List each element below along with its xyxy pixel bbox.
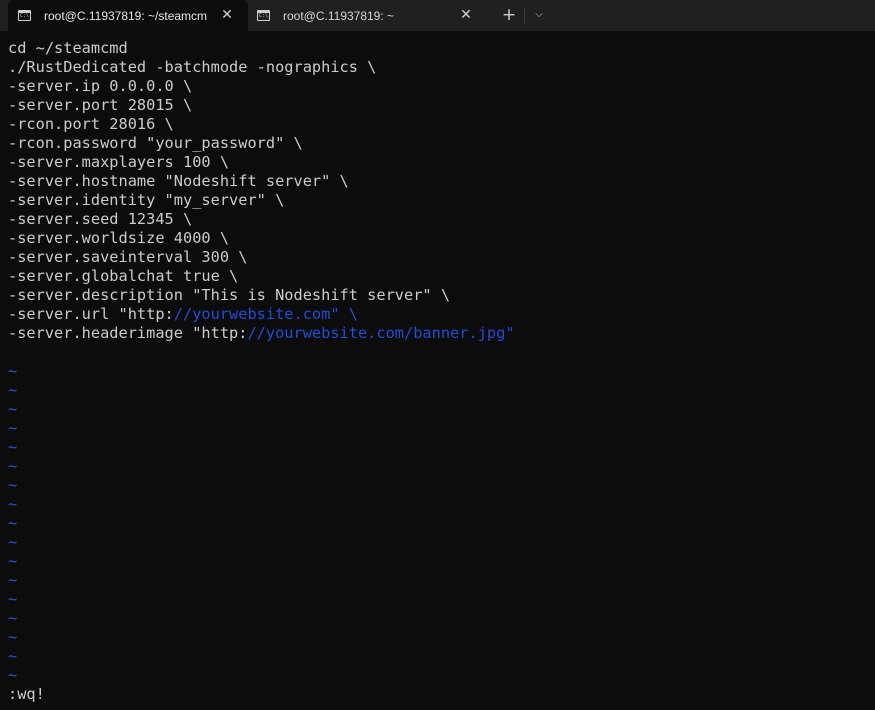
line-text: -server.identity "my_server" \	[8, 191, 285, 209]
editor-buffer: cd ~/steamcmd ./RustDedicated -batchmode …	[8, 39, 515, 343]
tilde-marker: ~	[8, 571, 18, 589]
tilde-marker: ~	[8, 381, 18, 399]
line-text: -server.globalchat true \	[8, 267, 239, 285]
line-text: -server.maxplayers 100 \	[8, 153, 230, 171]
tilde-marker: ~	[8, 400, 18, 418]
terminal-pane[interactable]: cd ~/steamcmd ./RustDedicated -batchmode …	[0, 31, 875, 710]
tilde-marker: ~	[8, 552, 18, 570]
tilde-marker: ~	[8, 590, 18, 608]
tilde-marker: ~	[8, 609, 18, 627]
tilde-marker: ~	[8, 438, 18, 456]
plus-icon[interactable]: +	[495, 4, 523, 26]
tilde-marker: ~	[8, 495, 18, 513]
tab-label: root@C.11937819: ~/steamcm	[44, 8, 208, 23]
url-text: //yourwebsite.com/banner.jpg"	[247, 324, 515, 342]
editor-line: -server.url "http://yourwebsite.com" \	[8, 305, 515, 324]
url-text: //yourwebsite.com" \	[173, 305, 358, 323]
editor-line: -server.saveinterval 300 \	[8, 248, 515, 267]
tilde-marker: ~	[8, 514, 18, 532]
line-text: -server.description "This is Nodeshift s…	[8, 286, 451, 304]
line-text: -server.hostname "Nodeshift server" \	[8, 172, 349, 190]
line-text: cd ~/steamcmd	[8, 39, 128, 57]
tab-label: root@C.11937819: ~	[283, 8, 395, 23]
editor-line: -server.headerimage "http://yourwebsite.…	[8, 324, 515, 343]
chevron-down-icon[interactable]: ⌵	[528, 4, 550, 26]
line-text: -rcon.port 28016 \	[8, 115, 174, 133]
line-text: ./RustDedicated -batchmode -nographics \	[8, 58, 377, 76]
line-text: -server.port 28015 \	[8, 96, 193, 114]
vim-command-line: :wq!	[8, 685, 45, 703]
editor-line: -server.hostname "Nodeshift server" \	[8, 172, 515, 191]
line-text: -server.ip 0.0.0.0 \	[8, 77, 193, 95]
terminal-icon	[257, 10, 270, 21]
line-text: -server.saveinterval 300 \	[8, 248, 248, 266]
tab-separator	[524, 8, 525, 23]
tilde-marker: ~	[8, 362, 18, 380]
line-text: -server.headerimage "http:	[8, 324, 248, 342]
terminal-icon	[18, 10, 31, 21]
editor-line: -rcon.password "your_password" \	[8, 134, 515, 153]
editor-line: ./RustDedicated -batchmode -nographics \	[8, 58, 515, 77]
tilde-marker: ~	[8, 476, 18, 494]
editor-line: -server.port 28015 \	[8, 96, 515, 115]
tab-steamcmd[interactable]: root@C.11937819: ~/steamcm ✕	[8, 0, 248, 31]
close-icon[interactable]: ✕	[458, 7, 474, 23]
tilde-marker: ~	[8, 666, 18, 684]
editor-line: -rcon.port 28016 \	[8, 115, 515, 134]
tilde-marker: ~	[8, 419, 18, 437]
editor-line: -server.description "This is Nodeshift s…	[8, 286, 515, 305]
line-text: -server.seed 12345 \	[8, 210, 193, 228]
editor-line: -server.seed 12345 \	[8, 210, 515, 229]
tilde-marker: ~	[8, 533, 18, 551]
tab-home[interactable]: root@C.11937819: ~ ✕	[248, 0, 485, 31]
title-bar: root@C.11937819: ~/steamcm ✕ root@C.1193…	[0, 0, 875, 31]
empty-line-markers: ~ ~ ~ ~ ~ ~ ~ ~ ~ ~ ~ ~ ~ ~ ~ ~ ~	[8, 362, 17, 685]
close-icon[interactable]: ✕	[219, 7, 235, 23]
editor-line: -server.ip 0.0.0.0 \	[8, 77, 515, 96]
line-text: -server.url "http:	[8, 305, 174, 323]
tilde-marker: ~	[8, 647, 18, 665]
editor-line: -server.globalchat true \	[8, 267, 515, 286]
tilde-marker: ~	[8, 457, 18, 475]
editor-line: -server.worldsize 4000 \	[8, 229, 515, 248]
editor-line: -server.identity "my_server" \	[8, 191, 515, 210]
editor-line: cd ~/steamcmd	[8, 39, 515, 58]
tilde-marker: ~	[8, 628, 18, 646]
line-text: -rcon.password "your_password" \	[8, 134, 303, 152]
line-text: -server.worldsize 4000 \	[8, 229, 230, 247]
editor-line: -server.maxplayers 100 \	[8, 153, 515, 172]
